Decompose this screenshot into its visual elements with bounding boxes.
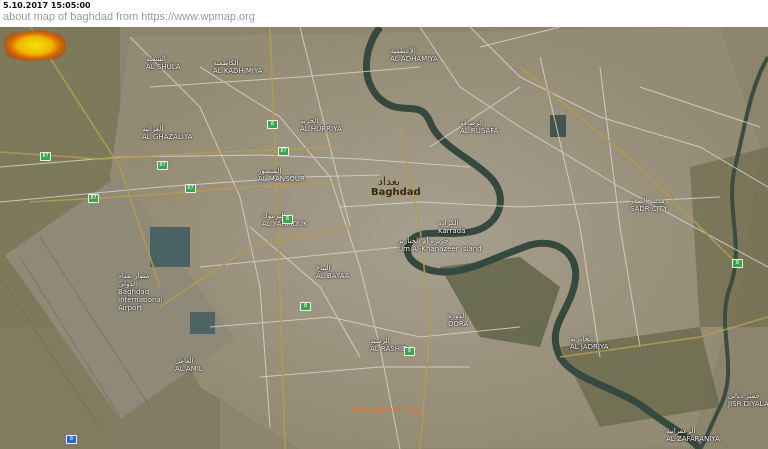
- label-um-al-khanazeer: جزيرة أم الخنازير Um Al-Khanazeer Island: [398, 237, 482, 253]
- label-dora: الدورة DORA: [448, 312, 469, 328]
- highway-shield: 8: [267, 120, 278, 129]
- highway-shield: 87: [185, 184, 196, 193]
- label-al-zafaraniya: الزعفرانية AL ZAFARANIYA: [666, 427, 720, 443]
- airport-lake: [150, 227, 190, 267]
- label-jisr-diyala: جسر ديالى JISR DIYALA: [728, 392, 768, 408]
- city-marker[interactable]: [0, 27, 70, 63]
- label-al-adhamiya: الأعظمية AL ADHAMIYA: [390, 47, 438, 63]
- label-al-kadhimiya: الكاظمية AL KADHIMIYA: [213, 59, 263, 75]
- city-name-english: Baghdad: [371, 187, 421, 198]
- label-baghdad-airport: مطار بغداد الدولي Baghdad International A…: [118, 272, 163, 312]
- highway-shield: 87: [88, 194, 99, 203]
- satellite-map[interactable]: بغداد Baghdad الكاظمية AL KADHIMIYA المنص…: [0, 27, 768, 449]
- label-al-bayaa: البياع AL BAYAA: [316, 264, 350, 280]
- label-al-shula: الشعلة AL SHULA: [146, 55, 181, 71]
- watermark: www.wpmap.org: [352, 405, 419, 414]
- label-al-mansour: المنصور AL MANSOUR: [258, 167, 305, 183]
- highway-shield: 87: [40, 152, 51, 161]
- highway-shield: 8: [300, 302, 311, 311]
- highway-shield: 8: [66, 435, 77, 444]
- label-sadr-city: مدينة الصدر SADR CITY: [630, 197, 668, 213]
- label-al-amil: العامل AL AMIL: [175, 357, 203, 373]
- label-al-jadriya: الجادرية AL JADRIYA: [570, 335, 609, 351]
- highway-shield: 8: [404, 347, 415, 356]
- label-al-rashid: الرشيد AL RASHID: [370, 337, 408, 353]
- highway-shield: 8: [732, 259, 743, 268]
- map-canvas: [0, 27, 768, 449]
- label-al-hurriya: الحرية AL HURRIYA: [300, 117, 342, 133]
- highway-shield: 87: [278, 147, 289, 156]
- highway-shield: 8: [282, 215, 293, 224]
- timestamp: 5.10.2017 15:05:00: [3, 1, 91, 10]
- label-al-ghazaliya: الغزالية AL GHAZALIYA: [142, 125, 193, 141]
- map-caption: about map of baghdad from https://www.wp…: [3, 11, 255, 23]
- highway-shield: 87: [157, 161, 168, 170]
- label-al-karada: الكرادة Karrada: [438, 219, 466, 235]
- label-al-rusafa: الرصافة AL RUSAFA: [460, 119, 499, 135]
